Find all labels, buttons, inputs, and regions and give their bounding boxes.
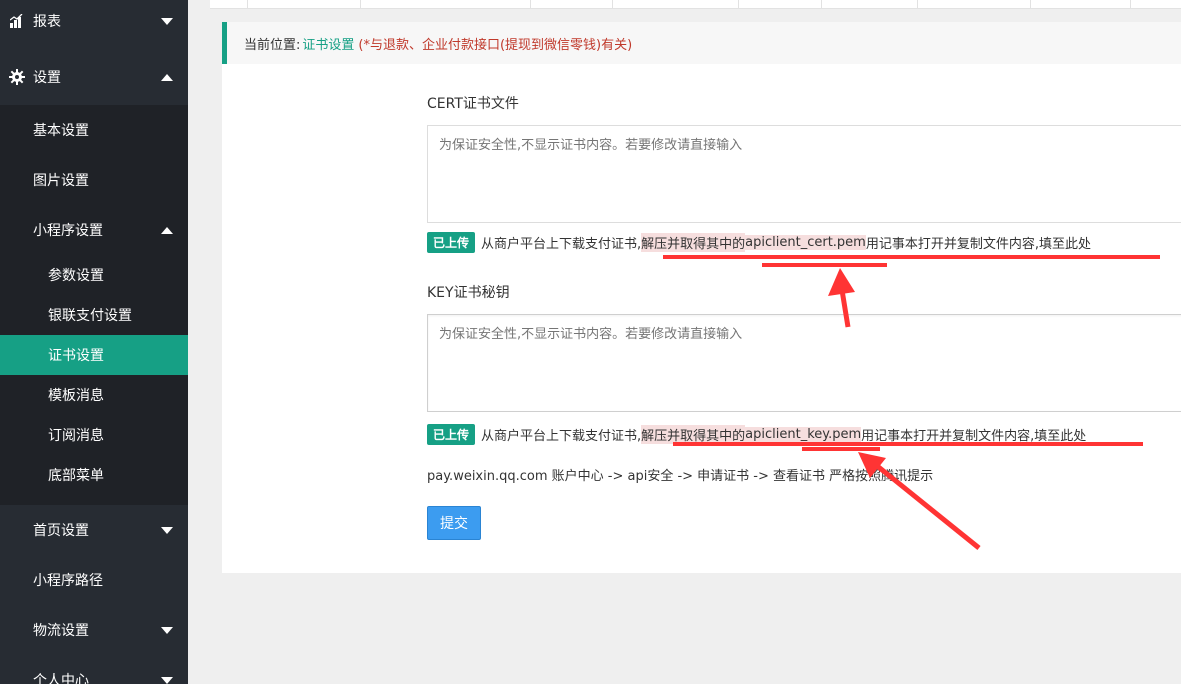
hint-text: 从商户平台上下载支付证书, xyxy=(481,237,642,252)
hint-filename: apiclient_cert.pem xyxy=(745,235,866,250)
sidebar-item-subscribe[interactable]: 订阅消息 xyxy=(0,415,188,455)
key-label: KEY证书秘钥 xyxy=(427,285,510,301)
annotation-underline xyxy=(673,442,1143,446)
main-panel: 当前位置: 证书设置 (*与退款、企业付款接口(提现到微信零钱)有关) CERT… xyxy=(222,22,1181,573)
settings-submenu: 基本设置 图片设置 小程序设置 参数设置 银联支付设置 证书设置 模板消息 订阅… xyxy=(0,105,188,505)
sidebar-item-miniprogram-path[interactable]: 小程序路径 xyxy=(0,555,188,605)
breadcrumb-prefix: 当前位置: xyxy=(244,37,301,53)
sidebar-item-params[interactable]: 参数设置 xyxy=(0,255,188,295)
gear-icon xyxy=(8,68,26,86)
sidebar-item-home-settings[interactable]: 首页设置 xyxy=(0,505,188,555)
cert-label: CERT证书文件 xyxy=(427,96,519,112)
annotation-underline xyxy=(663,255,1160,259)
hint-filename: apiclient_key.pem xyxy=(745,427,862,442)
chevron-up-icon xyxy=(161,73,173,81)
tab-divider xyxy=(1030,0,1031,8)
sidebar-item-label: 订阅消息 xyxy=(48,428,104,444)
sidebar-item-miniprogram[interactable]: 小程序设置 xyxy=(0,205,188,255)
tab-divider xyxy=(821,0,822,8)
sidebar-item-image[interactable]: 图片设置 xyxy=(0,155,188,205)
sidebar-item-label: 基本设置 xyxy=(33,123,89,139)
cert-hint: 已上传 从商户平台上下载支付证书, 解压并取得其中的 apiclient_cer… xyxy=(427,232,1091,253)
sidebar-item-label: 小程序设置 xyxy=(33,223,103,239)
tab-divider xyxy=(738,0,739,8)
uploaded-badge: 已上传 xyxy=(427,424,476,445)
sidebar-group-label: 报表 xyxy=(33,14,61,30)
hint-text: 用记事本打开并复制文件内容,填至此处 xyxy=(865,237,1091,252)
chevron-up-icon xyxy=(161,226,173,234)
sidebar-item-unionpay[interactable]: 银联支付设置 xyxy=(0,295,188,335)
annotation-underline xyxy=(762,263,887,267)
submit-button[interactable]: 提交 xyxy=(427,506,481,540)
sidebar-item-logistics[interactable]: 物流设置 xyxy=(0,605,188,655)
path-instructions: pay.weixin.qq.com 账户中心 -> api安全 -> 申请证书 … xyxy=(427,469,934,484)
breadcrumb-note: (*与退款、企业付款接口(提现到微信零钱)有关) xyxy=(358,37,633,53)
tab-divider xyxy=(917,0,918,8)
sidebar-item-cert[interactable]: 证书设置 xyxy=(0,335,188,375)
key-textarea[interactable] xyxy=(427,314,1181,412)
chevron-down-icon xyxy=(161,626,173,634)
sidebar-item-bottom-menu[interactable]: 底部菜单 xyxy=(0,455,188,495)
sidebar-item-label: 证书设置 xyxy=(48,348,104,364)
sidebar-item-label: 首页设置 xyxy=(33,523,89,539)
annotation-underline xyxy=(802,447,880,451)
cert-textarea[interactable] xyxy=(427,125,1181,223)
sidebar-item-label: 物流设置 xyxy=(33,623,89,639)
hint-text: 从商户平台上下载支付证书, xyxy=(481,429,642,444)
sidebar-group-settings[interactable]: 设置 xyxy=(0,49,188,105)
chevron-down-icon xyxy=(161,526,173,534)
sidebar-item-personal-center[interactable]: 个人中心 xyxy=(0,655,188,684)
chevron-down-icon xyxy=(161,676,173,684)
sidebar-item-label: 小程序路径 xyxy=(33,573,103,589)
breadcrumb: 当前位置: 证书设置 (*与退款、企业付款接口(提现到微信零钱)有关) xyxy=(222,22,1181,64)
sidebar-item-label: 银联支付设置 xyxy=(48,308,132,324)
hint-text: 解压并取得其中的 xyxy=(641,233,746,252)
tab-divider xyxy=(1130,0,1131,8)
sidebar-item-template[interactable]: 模板消息 xyxy=(0,375,188,415)
top-tab-strip xyxy=(210,0,1181,9)
sidebar: 报表 设置 基本设置 图片设置 小程序设置 参数设置 银联支付设置 证书设置 模… xyxy=(0,0,188,684)
sidebar-item-label: 模板消息 xyxy=(48,388,104,404)
tab-divider xyxy=(247,0,248,8)
sidebar-group-label: 设置 xyxy=(33,70,61,86)
sidebar-item-label: 底部菜单 xyxy=(48,468,104,484)
sidebar-item-label: 参数设置 xyxy=(48,268,104,284)
breadcrumb-current[interactable]: 证书设置 xyxy=(302,34,354,53)
tab-divider xyxy=(360,0,361,8)
uploaded-badge: 已上传 xyxy=(427,232,476,253)
sidebar-group-reports[interactable]: 报表 xyxy=(0,0,188,49)
sidebar-item-basic[interactable]: 基本设置 xyxy=(0,105,188,155)
chevron-down-icon xyxy=(161,17,173,25)
sidebar-item-label: 个人中心 xyxy=(33,673,89,684)
sidebar-item-label: 图片设置 xyxy=(33,173,89,189)
tab-divider xyxy=(530,0,531,8)
bar-chart-icon xyxy=(8,12,26,30)
tab-divider xyxy=(612,0,613,8)
